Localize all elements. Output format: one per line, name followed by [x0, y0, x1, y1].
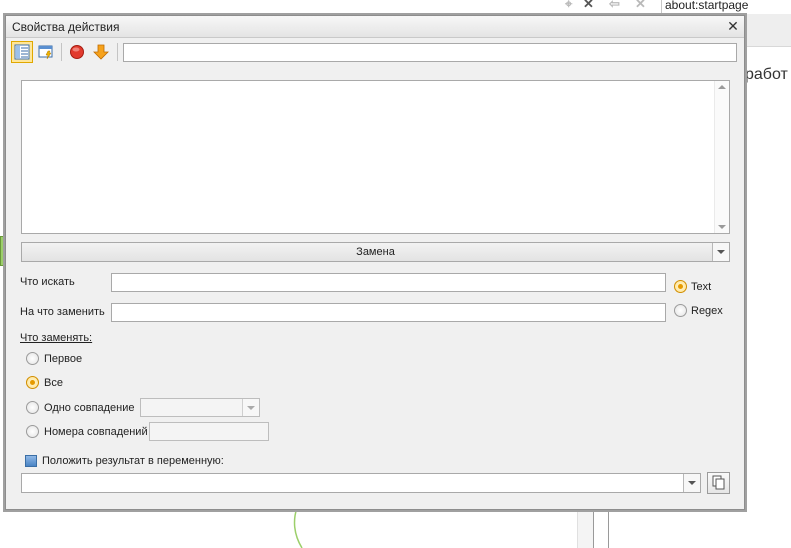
background-connector-curve: [293, 505, 303, 548]
radio-regex-label[interactable]: Regex: [691, 305, 723, 317]
radio-text-label[interactable]: Text: [691, 281, 711, 293]
properties-list-icon: [14, 44, 30, 60]
result-variable-checkbox[interactable]: [25, 455, 37, 467]
dialog-title: Свойства действия: [12, 20, 120, 34]
match-numbers-input[interactable]: [149, 422, 269, 441]
window-lightning-icon: [38, 45, 53, 60]
background-work-text: работ: [745, 66, 788, 83]
operation-mode-value: Замена: [356, 246, 395, 258]
chevron-down-icon: [688, 481, 696, 485]
dialog-title-bar[interactable]: Свойства действия ✕: [6, 16, 744, 38]
window-lightning-button[interactable]: [35, 41, 57, 63]
radio-first-label[interactable]: Первое: [44, 353, 82, 365]
what-replace-title: Что заменять:: [20, 332, 93, 344]
properties-list-button[interactable]: [11, 41, 33, 63]
radio-text[interactable]: [674, 280, 687, 293]
dropdown-button[interactable]: [712, 243, 729, 261]
copy-icon: [712, 475, 725, 490]
close-icon[interactable]: ✕: [583, 0, 594, 12]
radio-all[interactable]: [26, 376, 39, 389]
scroll-up-icon[interactable]: [718, 85, 726, 89]
radio-one-match-label[interactable]: Одно совпадение: [44, 402, 135, 414]
find-label: Что искать: [20, 276, 75, 288]
copy-button[interactable]: [707, 472, 730, 494]
radio-match-numbers[interactable]: [26, 425, 39, 438]
stop-button[interactable]: [66, 41, 88, 63]
dropdown-button[interactable]: [242, 399, 259, 416]
result-variable-select[interactable]: [21, 473, 701, 493]
toolbar-separator: [61, 43, 62, 61]
address-bar[interactable]: about:startpage: [661, 0, 791, 13]
radio-regex[interactable]: [674, 304, 687, 317]
chevron-down-icon: [247, 406, 255, 410]
orange-down-arrow-icon: [93, 44, 109, 60]
chevron-down-icon: [717, 250, 725, 254]
dropdown-button[interactable]: [683, 474, 700, 492]
stop-icon[interactable]: ✕: [635, 0, 646, 12]
back-arrow-icon[interactable]: ⇦: [609, 0, 620, 12]
replace-input[interactable]: [111, 303, 666, 322]
toolbar-separator: [117, 43, 118, 61]
replace-label: На что заменить: [20, 306, 105, 318]
radio-all-label[interactable]: Все: [44, 377, 63, 389]
radio-first[interactable]: [26, 352, 39, 365]
dialog-close-button[interactable]: ✕: [726, 18, 740, 34]
background-nav-buttons: ⌖ ✕ ⇦ ✕: [565, 0, 655, 12]
operation-mode-select[interactable]: Замена: [21, 242, 730, 262]
action-properties-dialog: Свойства действия ✕ Замена Что искать На…: [5, 15, 745, 510]
pin-icon[interactable]: ⌖: [565, 0, 572, 12]
stop-red-circle-icon: [70, 45, 84, 59]
background-splitter[interactable]: [593, 505, 609, 548]
one-match-select[interactable]: [140, 398, 260, 417]
textarea-scrollbar[interactable]: [714, 81, 729, 233]
find-input[interactable]: [111, 273, 666, 292]
background-panel-column: [577, 505, 594, 548]
action-name-input[interactable]: [123, 43, 737, 62]
description-textarea[interactable]: [21, 80, 730, 234]
background-toolbar-strip: [745, 14, 791, 47]
dialog-toolbar: [6, 38, 744, 66]
result-variable-label[interactable]: Положить результат в переменную:: [42, 455, 224, 467]
scroll-down-icon[interactable]: [718, 225, 726, 229]
radio-match-numbers-label[interactable]: Номера совпадений: [44, 426, 148, 438]
radio-one-match[interactable]: [26, 401, 39, 414]
move-down-button[interactable]: [90, 41, 112, 63]
